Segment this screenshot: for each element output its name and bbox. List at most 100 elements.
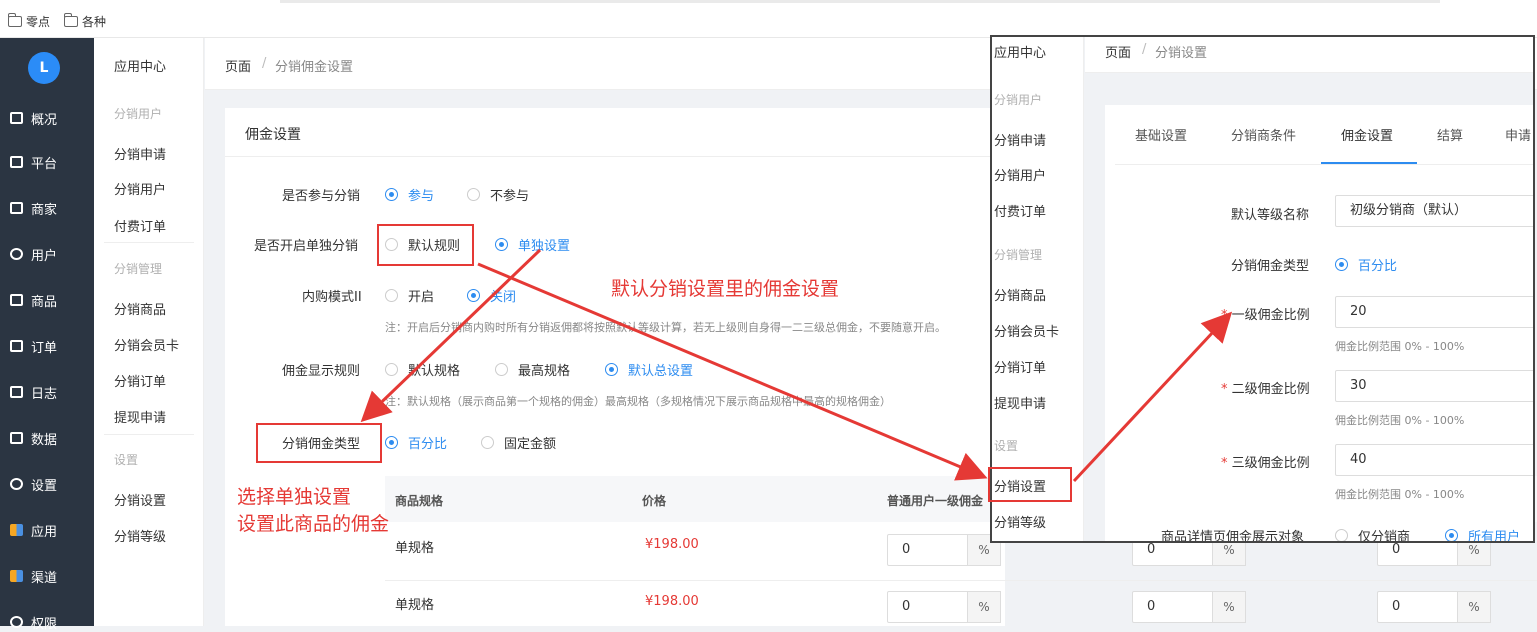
radio-checked-icon: [385, 436, 398, 449]
bag-icon: [10, 294, 23, 306]
type-percent-radio[interactable]: 百分比: [1335, 255, 1397, 274]
subnav-title: 应用中心: [994, 46, 1047, 61]
first-level-input[interactable]: 20: [1335, 296, 1533, 328]
radio-checked-icon: [605, 363, 618, 376]
subnav-item-paid-orders[interactable]: 付费订单: [994, 201, 1046, 220]
range-hint: 佣金比例范围 0% - 100%: [1335, 488, 1465, 501]
subnav-item-levels[interactable]: 分销等级: [994, 512, 1046, 531]
sidebar-item-label: 日志: [31, 386, 58, 402]
address-bar-edge: [280, 0, 1440, 3]
sidebar-item-permission[interactable]: 权限: [10, 612, 57, 632]
overlay-settings-card: 基础设置 分销商条件 佣金设置 结算 申请 默认等级名称 初级分销商（默认） 分…: [1105, 105, 1533, 543]
sidebar-item-label: 设置: [31, 478, 58, 494]
annotation-single-line2: 设置此商品的佣金: [237, 513, 390, 535]
gear-icon: [10, 478, 23, 490]
table-row-spec: 单规格: [395, 598, 435, 613]
sidebar-item-label: 数据: [31, 432, 58, 448]
subnav-item-apply[interactable]: 分销申请: [994, 130, 1046, 149]
sidebar-item-apps[interactable]: 应用: [10, 520, 57, 540]
highlight-box-default-rule: [377, 224, 474, 266]
subnav-item-withdraw[interactable]: 提现申请: [994, 393, 1046, 412]
subnav-group-label: 设置: [994, 439, 1019, 453]
bookmark-item-2[interactable]: 各种: [64, 13, 106, 30]
second-level-input[interactable]: 30: [1335, 370, 1533, 402]
tab-apply[interactable]: 申请: [1505, 125, 1531, 144]
inner-purchase-label: 内购模式II: [302, 290, 362, 305]
subnav-item-withdraw[interactable]: 提现申请: [114, 407, 166, 426]
third-level-input[interactable]: 40: [1335, 444, 1533, 476]
participate-no-radio[interactable]: 不参与: [467, 185, 529, 204]
show-target-label: 商品详情页佣金展示对象: [1161, 530, 1305, 543]
level-name-input[interactable]: 初级分销商（默认）: [1335, 195, 1533, 227]
book-icon: [10, 386, 23, 398]
breadcrumb-root[interactable]: 页面: [1105, 42, 1131, 61]
commission-input[interactable]: 0: [1377, 591, 1459, 623]
sidebar-item-overview[interactable]: 概况: [10, 108, 57, 128]
percent-addon: %: [1212, 591, 1246, 623]
show-all-users-radio[interactable]: 所有用户: [1445, 526, 1520, 541]
subnav-item-paid-orders[interactable]: 付费订单: [114, 216, 166, 235]
tab-conditions[interactable]: 分销商条件: [1231, 125, 1296, 144]
sidebar-item-log[interactable]: 日志: [10, 382, 57, 402]
annotation-single-line1: 选择单独设置: [237, 486, 352, 508]
user-icon: [10, 248, 23, 260]
inner-off-radio[interactable]: 关闭: [467, 286, 516, 305]
subnav-item-levels[interactable]: 分销等级: [114, 526, 166, 545]
inner-on-radio[interactable]: 开启: [385, 286, 434, 305]
third-level-label: * 三级佣金比例: [1221, 452, 1310, 471]
commission-input[interactable]: 0: [887, 591, 969, 623]
subnav-item-users[interactable]: 分销用户: [114, 179, 166, 198]
commission-input[interactable]: 0: [1132, 591, 1214, 623]
sidebar-item-user[interactable]: 用户: [10, 244, 57, 264]
radio-checked-icon: [1445, 529, 1458, 541]
subnav-item-member-card[interactable]: 分销会员卡: [994, 321, 1059, 340]
subnav-item-users[interactable]: 分销用户: [994, 165, 1046, 184]
type-label: 分销佣金类型: [1231, 259, 1310, 274]
subnav-item-orders[interactable]: 分销订单: [994, 357, 1046, 376]
sidebar-item-merchant[interactable]: 商家: [10, 198, 57, 218]
sidebar-item-order[interactable]: 订单: [10, 336, 57, 356]
sidebar-item-product[interactable]: 商品: [10, 290, 57, 310]
participate-yes-radio[interactable]: 参与: [385, 185, 434, 204]
display-rule-note: 注：默认规格（展示商品第一个规格的佣金）最高规格（多规格情况下展示商品规格中最高…: [385, 395, 891, 408]
sidebar-item-channel[interactable]: 渠道: [10, 566, 57, 586]
radio-checked-icon: [385, 188, 398, 201]
subnav-item-settings[interactable]: 分销设置: [114, 490, 166, 509]
required-mark: *: [1221, 456, 1228, 471]
tab-commission[interactable]: 佣金设置: [1341, 125, 1393, 144]
sidebar-item-settings[interactable]: 设置: [10, 474, 57, 494]
bookmarks-bar: 零点 各种: [0, 0, 1537, 38]
sidebar-item-platform[interactable]: 平台: [10, 152, 57, 172]
breadcrumb-current: 分销设置: [1155, 46, 1208, 61]
app-logo[interactable]: L: [28, 52, 60, 84]
table-row-spec: 单规格: [395, 541, 435, 556]
radio-label: 不参与: [490, 189, 530, 204]
display-total-radio[interactable]: 默认总设置: [605, 360, 693, 379]
commission-input[interactable]: 0: [887, 534, 969, 566]
column-header-price: 价格: [642, 494, 667, 508]
subnav-item-apply[interactable]: 分销申请: [114, 144, 166, 163]
column-header-spec: 商品规格: [395, 494, 444, 508]
single-distribution-label: 是否开启单独分销: [254, 239, 359, 254]
display-rule-label: 佣金显示规则: [282, 364, 361, 379]
subnav-group-label: 设置: [114, 453, 139, 467]
radio-label: 开启: [408, 290, 435, 305]
sidebar-item-data[interactable]: 数据: [10, 428, 57, 448]
display-default-radio[interactable]: 默认规格: [385, 360, 460, 379]
sub-navigation: 应用中心 分销用户 分销申请 分销用户 付费订单 分销管理 分销商品 分销会员卡…: [94, 38, 204, 626]
subnav-item-products[interactable]: 分销商品: [994, 285, 1046, 304]
subnav-item-products[interactable]: 分销商品: [114, 299, 166, 318]
radio-label: 百分比: [408, 437, 448, 452]
subnav-item-orders[interactable]: 分销订单: [114, 371, 166, 390]
display-max-radio[interactable]: 最高规格: [495, 360, 570, 379]
single-setting-radio[interactable]: 单独设置: [495, 235, 570, 254]
store-icon: [10, 202, 23, 214]
type-fixed-radio[interactable]: 固定金额: [481, 433, 556, 452]
tab-settlement[interactable]: 结算: [1437, 125, 1463, 144]
bookmark-item-1[interactable]: 零点: [8, 13, 50, 30]
tab-basic[interactable]: 基础设置: [1135, 125, 1187, 144]
subnav-item-member-card[interactable]: 分销会员卡: [114, 335, 179, 354]
breadcrumb-root[interactable]: 页面: [225, 56, 251, 75]
type-percent-radio[interactable]: 百分比: [385, 433, 447, 452]
show-distributor-radio[interactable]: 仅分销商: [1335, 526, 1410, 541]
